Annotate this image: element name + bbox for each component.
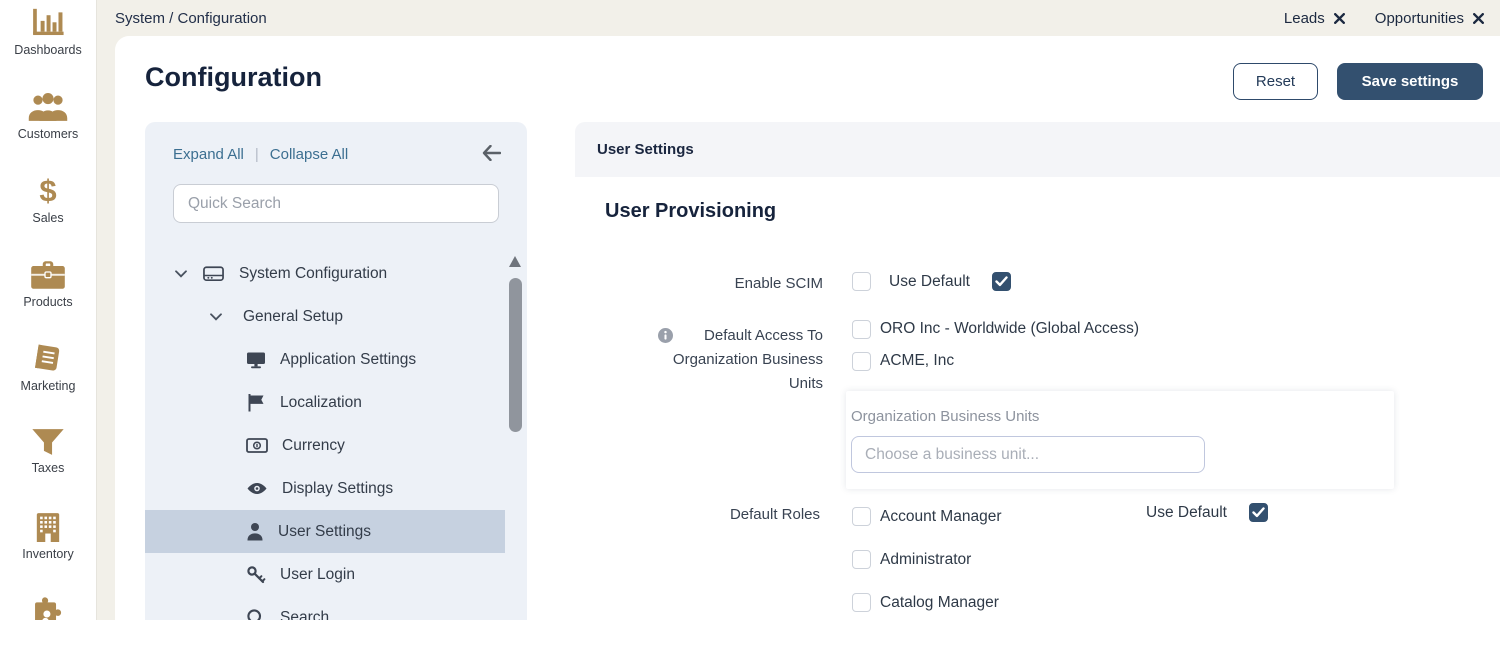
- tree-item-label: Application Settings: [280, 351, 416, 369]
- collapse-panel-arrow-icon[interactable]: [482, 145, 501, 161]
- pinned-tab-label: Leads: [1284, 10, 1325, 27]
- pinned-tabs: Leads Opportunities: [1284, 0, 1484, 37]
- chevron-down-icon[interactable]: [175, 270, 187, 278]
- tree-item-label: Display Settings: [282, 480, 393, 498]
- sidebar-item-marketing[interactable]: Marketing: [0, 344, 96, 393]
- puzzle-icon: [31, 596, 65, 620]
- business-unit-oro-label: ORO Inc - Worldwide (Global Access): [880, 320, 1139, 338]
- tree-item-application-settings[interactable]: Application Settings: [145, 338, 505, 381]
- info-icon[interactable]: [658, 328, 673, 343]
- tree-item-general-setup[interactable]: General Setup: [145, 295, 505, 338]
- role-administrator-checkbox[interactable]: [852, 550, 871, 569]
- save-settings-button[interactable]: Save settings: [1337, 63, 1483, 100]
- briefcase-icon: [30, 260, 66, 290]
- page-title: Configuration: [145, 62, 322, 93]
- sidebar-item-extensions[interactable]: [0, 596, 96, 620]
- scrollbar-up-arrow[interactable]: [509, 256, 521, 267]
- tree-item-label: General Setup: [243, 308, 343, 326]
- people-icon: [28, 92, 68, 122]
- tree-item-label: System Configuration: [239, 265, 387, 283]
- sidebar-item-taxes[interactable]: Taxes: [0, 428, 96, 475]
- sidebar-item-label: Inventory: [22, 547, 73, 561]
- eye-icon: [246, 480, 268, 497]
- scim-use-default-label: Use Default: [889, 273, 970, 291]
- tree-item-user-login[interactable]: User Login: [145, 553, 505, 596]
- scim-use-default-checkbox[interactable]: [992, 272, 1011, 291]
- breadcrumb: System / Configuration: [115, 10, 267, 27]
- role-catalog-manager-label: Catalog Manager: [880, 594, 999, 612]
- book-icon: [31, 344, 65, 374]
- expand-all-link[interactable]: Expand All: [173, 146, 244, 163]
- tree-item-label: Search: [280, 609, 329, 621]
- reset-button[interactable]: Reset: [1233, 63, 1318, 100]
- configuration-tree-panel: Expand All | Collapse All System Configu…: [145, 122, 527, 620]
- pinned-tab-opportunities[interactable]: Opportunities: [1375, 10, 1484, 27]
- default-roles-label: Default Roles: [575, 503, 820, 527]
- sidebar-item-customers[interactable]: Customers: [0, 92, 96, 141]
- sidebar-item-inventory[interactable]: Inventory: [0, 512, 96, 561]
- tree-item-label: User Settings: [278, 523, 371, 541]
- quick-search-input[interactable]: [173, 184, 499, 223]
- roles-use-default-label: Use Default: [1146, 504, 1227, 522]
- tree-item-label: User Login: [280, 566, 355, 584]
- tree-item-user-settings[interactable]: User Settings: [145, 510, 505, 553]
- business-unit-acme-checkbox[interactable]: [852, 352, 871, 371]
- tree-item-label: Currency: [282, 437, 345, 455]
- tree-item-search[interactable]: Search: [145, 596, 505, 620]
- sidebar-item-label: Sales: [32, 211, 63, 225]
- bar-chart-icon: [31, 8, 65, 38]
- sidebar-item-label: Dashboards: [14, 43, 81, 57]
- key-icon: [246, 565, 266, 585]
- banknote-icon: [246, 437, 268, 454]
- business-unit-select-input[interactable]: [851, 436, 1205, 473]
- collapse-all-link[interactable]: Collapse All: [270, 146, 348, 163]
- tree-item-label: Localization: [280, 394, 362, 412]
- tree-item-display-settings[interactable]: Display Settings: [145, 467, 505, 510]
- business-unit-acme-label: ACME, Inc: [880, 352, 954, 370]
- monitor-icon: [246, 351, 266, 369]
- role-catalog-manager-checkbox[interactable]: [852, 593, 871, 612]
- enable-scim-checkbox[interactable]: [852, 272, 871, 291]
- close-icon[interactable]: [1473, 13, 1484, 24]
- funnel-icon: [31, 428, 65, 456]
- sidebar-item-dashboards[interactable]: Dashboards: [0, 8, 96, 57]
- pinned-tab-leads[interactable]: Leads: [1284, 10, 1345, 27]
- scrollbar-thumb[interactable]: [509, 278, 522, 432]
- chevron-down-icon[interactable]: [210, 313, 222, 321]
- tree-item-system-configuration[interactable]: System Configuration: [145, 252, 505, 295]
- pinned-tab-label: Opportunities: [1375, 10, 1464, 27]
- sidebar-item-sales[interactable]: $ Sales: [0, 176, 96, 225]
- role-administrator-label: Administrator: [880, 551, 971, 569]
- close-icon[interactable]: [1334, 13, 1345, 24]
- building-icon: [32, 512, 64, 542]
- tree-item-localization[interactable]: Localization: [145, 381, 505, 424]
- settings-panel-title: User Settings: [597, 141, 694, 158]
- business-unit-oro-checkbox[interactable]: [852, 320, 871, 339]
- flag-icon: [246, 393, 266, 412]
- magnifier-icon: [246, 608, 266, 621]
- tree-toolbar: Expand All | Collapse All: [173, 146, 348, 163]
- sidebar-item-label: Customers: [18, 127, 78, 141]
- sidebar-item-products[interactable]: Products: [0, 260, 96, 309]
- sidebar-item-label: Taxes: [32, 461, 65, 475]
- roles-use-default-checkbox[interactable]: [1249, 503, 1268, 522]
- sidebar-item-label: Products: [23, 295, 72, 309]
- hdd-icon: [203, 264, 224, 283]
- sidebar-item-label: Marketing: [21, 379, 76, 393]
- toolbar-separator: |: [255, 146, 259, 163]
- person-icon: [246, 522, 264, 541]
- section-title: User Provisioning: [605, 200, 776, 223]
- settings-panel-header: User Settings: [575, 122, 1500, 177]
- dollar-icon: $: [39, 176, 56, 206]
- main-menu-sidebar: Dashboards Customers $ Sales Products Ma…: [0, 0, 96, 620]
- tree-item-currency[interactable]: Currency: [145, 424, 505, 467]
- role-account-manager-label: Account Manager: [880, 508, 1002, 526]
- enable-scim-label: Enable SCIM: [575, 272, 823, 296]
- role-account-manager-checkbox[interactable]: [852, 507, 871, 526]
- organization-business-units-label: Organization Business Units: [851, 408, 1039, 425]
